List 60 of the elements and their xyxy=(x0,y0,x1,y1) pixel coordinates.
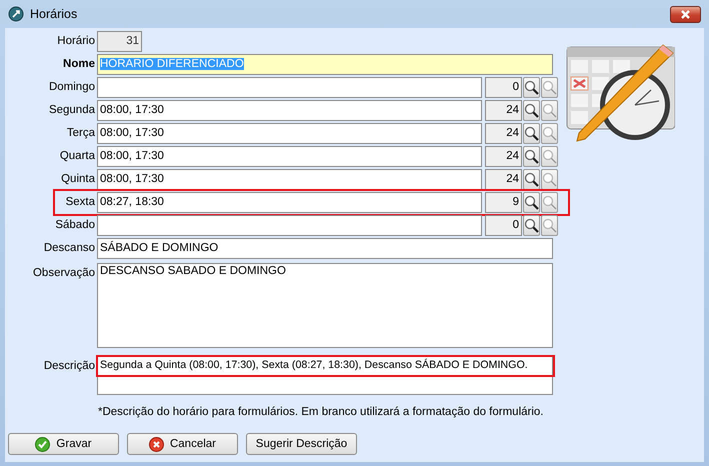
close-button[interactable] xyxy=(670,6,701,22)
field-label: Descanso xyxy=(42,241,96,256)
save-button[interactable]: Gravar xyxy=(8,433,119,455)
cancel-button[interactable]: Cancelar xyxy=(127,433,238,455)
search-button[interactable] xyxy=(523,169,540,190)
field-label: Descrição xyxy=(42,359,96,374)
field-label: Quarta xyxy=(58,149,96,164)
time-field[interactable]: 08:00, 17:30 xyxy=(97,100,482,121)
search-button[interactable] xyxy=(523,192,540,213)
time-field[interactable] xyxy=(97,215,482,236)
field-label: Nome xyxy=(62,57,96,72)
field-label: Sexta xyxy=(64,195,96,210)
hours-field: 24 xyxy=(485,169,522,190)
hint-text: *Descrição do horário para formulários. Em branco utilizará a formatação do formulário. xyxy=(98,406,545,418)
rest-field[interactable]: SÁBADO E DOMINGO xyxy=(97,238,553,259)
time-field[interactable] xyxy=(97,77,482,98)
search-button[interactable] xyxy=(523,146,540,167)
hours-field: 24 xyxy=(485,100,522,121)
search-icon xyxy=(542,172,557,187)
search-button[interactable] xyxy=(523,77,540,98)
observation-field[interactable]: DESCANSO SABADO E DOMINGO xyxy=(97,263,553,348)
search-icon xyxy=(542,103,557,118)
search-button[interactable] xyxy=(523,215,540,236)
field-label: Segunda xyxy=(48,103,96,118)
time-field[interactable]: 08:00, 17:30 xyxy=(97,146,482,167)
time-field[interactable]: 08:27, 18:30 xyxy=(97,192,482,213)
search-icon xyxy=(524,172,539,187)
search-icon xyxy=(524,149,539,164)
time-field[interactable]: 08:00, 17:30 xyxy=(97,123,482,144)
hours-field: 0 xyxy=(485,77,522,98)
hours-field: 24 xyxy=(485,123,522,144)
field-label: Terça xyxy=(66,126,96,141)
cancel-icon xyxy=(148,436,164,452)
id-field[interactable]: 31 xyxy=(97,31,142,52)
time-field[interactable]: 08:00, 17:30 xyxy=(97,169,482,190)
search-icon xyxy=(524,80,539,95)
search-icon xyxy=(524,218,539,233)
window-title: Horários xyxy=(30,7,78,21)
search-button[interactable] xyxy=(523,123,540,144)
hours-field: 9 xyxy=(485,192,522,213)
search-icon xyxy=(524,195,539,210)
suggest-button[interactable]: Sugerir Descrição xyxy=(246,433,357,455)
search-icon xyxy=(542,126,557,141)
search-icon xyxy=(524,103,539,118)
hours-field: 24 xyxy=(485,146,522,167)
search-icon xyxy=(542,149,557,164)
field-label: Domingo xyxy=(48,80,96,95)
app-icon xyxy=(8,6,24,22)
hours-field: 0 xyxy=(485,215,522,236)
field-label: Horário xyxy=(56,34,96,49)
checkmark-icon xyxy=(35,436,50,452)
close-icon xyxy=(680,10,691,18)
search-button[interactable] xyxy=(523,100,540,121)
field-label: Quinta xyxy=(60,172,96,187)
field-label: Sábado xyxy=(54,218,96,233)
search-icon xyxy=(542,218,557,233)
field-label: Observação xyxy=(32,266,96,281)
search-icon xyxy=(524,126,539,141)
search-icon xyxy=(542,80,557,95)
search-icon xyxy=(542,195,557,210)
